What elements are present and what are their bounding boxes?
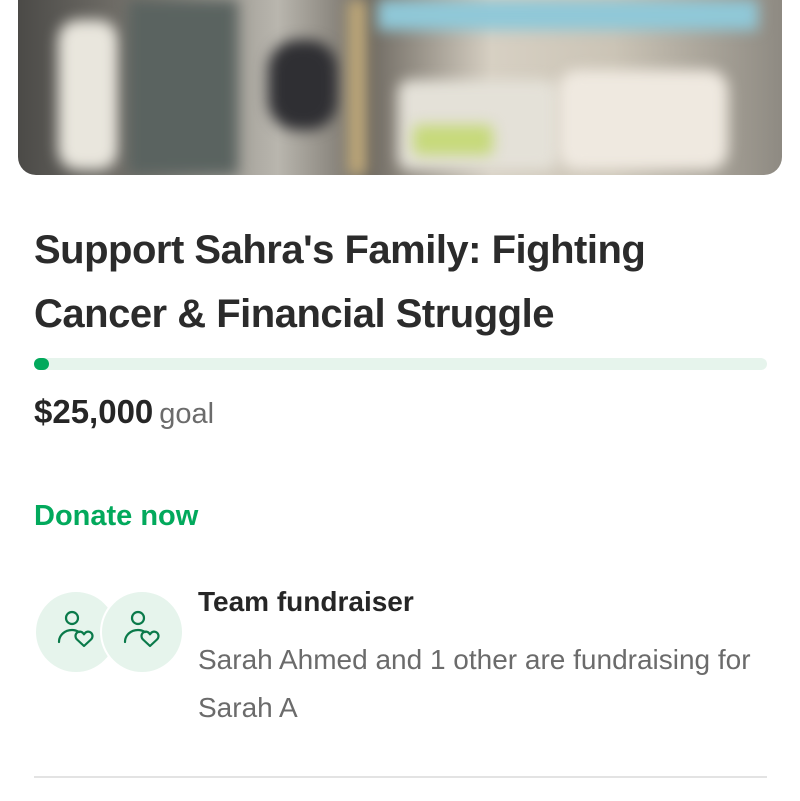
donation-progress-bar [34,358,767,370]
person-heart-icon [120,608,164,657]
donate-now-link[interactable]: Donate now [34,500,198,533]
goal-summary: $25,000 goal [34,393,214,431]
team-avatars [34,590,184,674]
goal-amount: $25,000 [34,393,154,430]
person-heart-icon [54,608,98,657]
team-fundraiser-title: Team fundraiser [198,586,414,617]
team-fundraiser-description: Sarah Ahmed and 1 other are fundraising … [198,644,751,723]
section-divider [34,776,767,778]
team-member-avatar [100,590,184,674]
campaign-hero-image [18,0,782,175]
campaign-title: Support Sahra's Family: Fighting Cancer … [34,228,646,336]
donation-progress-fill [34,358,49,370]
goal-label: goal [159,398,215,430]
